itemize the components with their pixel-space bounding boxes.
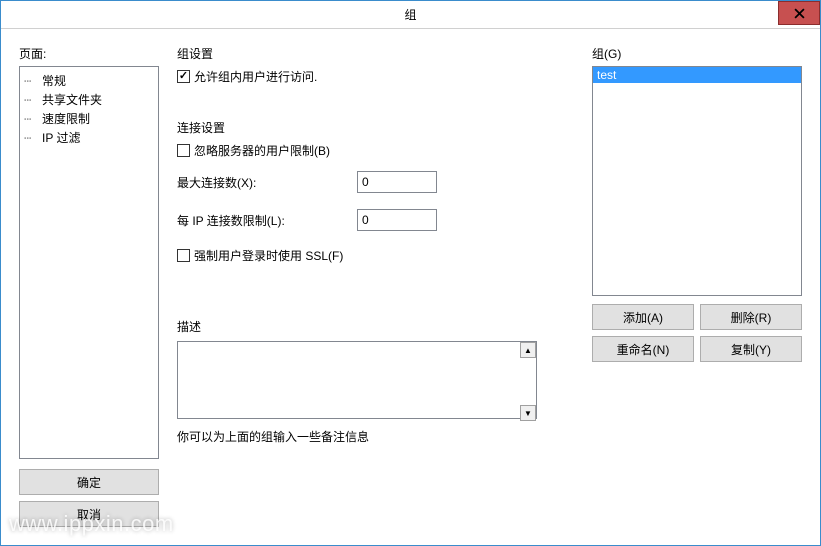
bypass-limit-checkbox[interactable] <box>177 144 190 157</box>
tree-item-label: 共享文件夹 <box>42 91 102 108</box>
bypass-limit-label: 忽略服务器的用户限制(B) <box>194 142 330 159</box>
force-ssl-row[interactable]: 强制用户登录时使用 SSL(F) <box>177 247 574 264</box>
tree-item-shared[interactable]: ⋯ 共享文件夹 <box>22 90 156 109</box>
close-icon <box>794 8 805 19</box>
allow-access-checkbox[interactable] <box>177 70 190 83</box>
tree-branch-icon: ⋯ <box>24 131 42 145</box>
per-ip-row: 每 IP 连接数限制(L): <box>177 209 574 231</box>
description-textarea[interactable] <box>177 341 537 419</box>
remove-group-button[interactable]: 删除(R) <box>700 304 802 330</box>
description-container: ▲ ▼ <box>177 341 537 422</box>
force-ssl-checkbox[interactable] <box>177 249 190 262</box>
tree-item-label: 常规 <box>42 72 66 89</box>
groups-panel-title: 组(G) <box>592 45 802 62</box>
allow-access-label: 允许组内用户进行访问. <box>194 68 317 85</box>
settings-panel: 组设置 允许组内用户进行访问. 连接设置 忽略服务器的用户限制(B) 最大连接数… <box>177 45 574 527</box>
chevron-up-icon: ▲ <box>524 346 532 355</box>
groups-buttons: 添加(A) 删除(R) 重命名(N) 复制(Y) <box>592 304 802 362</box>
allow-access-row[interactable]: 允许组内用户进行访问. <box>177 68 574 85</box>
tree-branch-icon: ⋯ <box>24 112 42 126</box>
window-title: 组 <box>404 6 416 23</box>
max-conn-label: 最大连接数(X): <box>177 174 357 191</box>
max-conn-input[interactable] <box>357 171 437 193</box>
per-ip-input[interactable] <box>357 209 437 231</box>
scroll-up-button[interactable]: ▲ <box>520 342 536 358</box>
group-settings-title: 组设置 <box>177 45 574 62</box>
titlebar: 组 <box>1 1 820 29</box>
description-section: 描述 ▲ ▼ 你可以为上面的组输入一些备注信息 <box>177 318 574 445</box>
ok-button[interactable]: 确定 <box>19 469 159 495</box>
pages-tree[interactable]: ⋯ 常规 ⋯ 共享文件夹 ⋯ 速度限制 ⋯ IP 过滤 <box>19 66 159 459</box>
cancel-button[interactable]: 取消 <box>19 501 159 527</box>
dialog-buttons: 确定 取消 <box>19 469 159 527</box>
add-group-button[interactable]: 添加(A) <box>592 304 694 330</box>
force-ssl-label: 强制用户登录时使用 SSL(F) <box>194 247 343 264</box>
max-conn-row: 最大连接数(X): <box>177 171 574 193</box>
tree-item-label: IP 过滤 <box>42 129 80 146</box>
tree-item-ipfilter[interactable]: ⋯ IP 过滤 <box>22 128 156 147</box>
description-title: 描述 <box>177 318 574 335</box>
copy-group-button[interactable]: 复制(Y) <box>700 336 802 362</box>
scroll-down-button[interactable]: ▼ <box>520 405 536 421</box>
per-ip-label: 每 IP 连接数限制(L): <box>177 212 357 229</box>
groups-panel: 组(G) test 添加(A) 删除(R) 重命名(N) 复制(Y) <box>592 45 802 527</box>
conn-settings-title: 连接设置 <box>177 119 574 136</box>
description-hint: 你可以为上面的组输入一些备注信息 <box>177 428 574 445</box>
chevron-down-icon: ▼ <box>524 409 532 418</box>
content-area: 页面: ⋯ 常规 ⋯ 共享文件夹 ⋯ 速度限制 ⋯ IP 过滤 <box>1 29 820 545</box>
groups-listbox[interactable]: test <box>592 66 802 296</box>
bypass-limit-row[interactable]: 忽略服务器的用户限制(B) <box>177 142 574 159</box>
rename-group-button[interactable]: 重命名(N) <box>592 336 694 362</box>
tree-branch-icon: ⋯ <box>24 74 42 88</box>
tree-item-general[interactable]: ⋯ 常规 <box>22 71 156 90</box>
tree-item-speed[interactable]: ⋯ 速度限制 <box>22 109 156 128</box>
dialog-window: 组 页面: ⋯ 常规 ⋯ 共享文件夹 ⋯ 速 <box>0 0 821 546</box>
pages-label: 页面: <box>19 45 159 62</box>
pages-panel: 页面: ⋯ 常规 ⋯ 共享文件夹 ⋯ 速度限制 ⋯ IP 过滤 <box>19 45 159 527</box>
tree-branch-icon: ⋯ <box>24 93 42 107</box>
tree-item-label: 速度限制 <box>42 110 90 127</box>
group-list-item[interactable]: test <box>593 67 801 83</box>
close-button[interactable] <box>778 1 820 25</box>
